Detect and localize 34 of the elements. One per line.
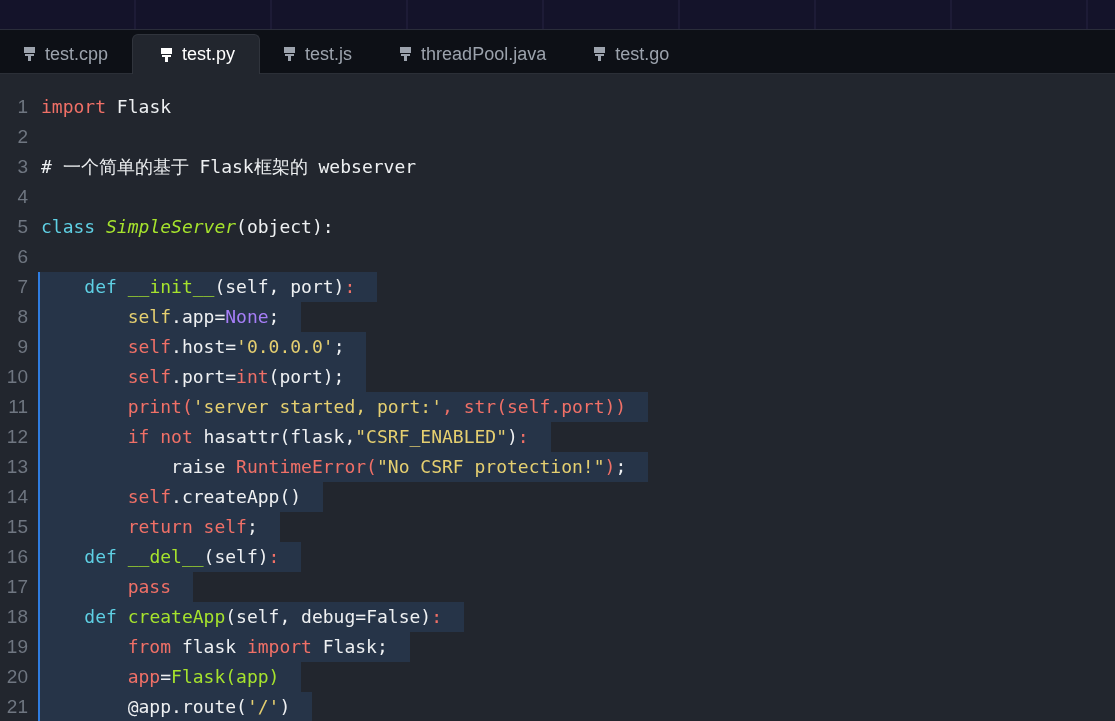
line-number: 4 [16,185,28,209]
line-number: 18 [5,605,28,629]
line-number: 16 [5,545,28,569]
code-line: class SimpleServer(object): [40,215,334,239]
file-tab[interactable]: test.go [570,34,694,74]
pin-icon [594,47,606,61]
line-number: 20 [5,665,28,689]
pin-icon [161,47,173,62]
line-number: 8 [16,305,28,329]
code-line: # 一个简单的基于 Flask框架的 webserver [40,155,417,179]
line-number: 5 [16,215,28,239]
file-tab[interactable]: test.py [132,34,261,74]
file-tab[interactable]: threadPool.java [376,34,571,74]
line-number: 9 [16,335,28,359]
line-number: 1 [16,95,28,119]
code-line: import Flask [40,95,172,119]
line-number: 15 [5,515,28,539]
line-number: 11 [7,395,28,419]
line-number: 12 [5,425,28,449]
pin-icon [284,47,296,61]
pin-icon [400,47,412,61]
line-number: 10 [5,365,28,389]
line-number: 14 [5,485,28,509]
line-number: 6 [16,245,28,269]
pin-icon [24,47,35,61]
line-number: 19 [5,635,28,659]
line-number: 21 [5,695,28,719]
line-number: 17 [5,575,28,599]
line-number: 7 [16,275,28,299]
line-number: 2 [16,125,28,149]
line-number: 3 [16,155,28,179]
file-tab[interactable]: test.js [260,34,377,74]
file-tab[interactable]: test.cpp [0,34,133,74]
line-number: 13 [5,455,28,479]
